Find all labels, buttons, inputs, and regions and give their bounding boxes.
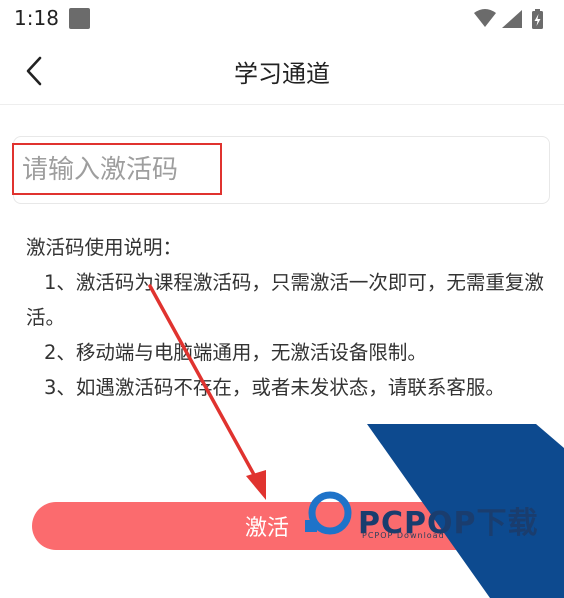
instruction-item-2: 2、移动端与电脑端通用，无激活设备限制。 [44, 341, 427, 364]
activate-button-label: 激活 [244, 516, 289, 541]
instructions-heading: 激活码使用说明： [26, 236, 183, 259]
nav-bar: 学习通道 [0, 38, 564, 105]
status-icons [474, 9, 543, 29]
watermark-subtitle: PCPOP Download [362, 531, 445, 540]
activation-code-input[interactable] [14, 137, 549, 203]
status-bar: 1:18 [0, 0, 564, 38]
notification-icon [69, 8, 90, 29]
instruction-item-3: 3、如遇激活码不存在，或者未发状态，请联系客服。 [44, 376, 505, 399]
activation-code-field-container [13, 136, 550, 204]
status-time: 1:18 [14, 6, 59, 30]
wifi-icon [474, 9, 496, 27]
signal-icon [502, 10, 522, 28]
battery-icon [532, 9, 543, 29]
instructions: 激活码使用说明： 1、激活码为课程激活码，只需激活一次即可，无需重复激活。 2、… [26, 230, 546, 405]
instruction-item-1: 1、激活码为课程激活码，只需激活一次即可，无需重复激活。 [26, 271, 544, 329]
page-title: 学习通道 [234, 60, 330, 88]
